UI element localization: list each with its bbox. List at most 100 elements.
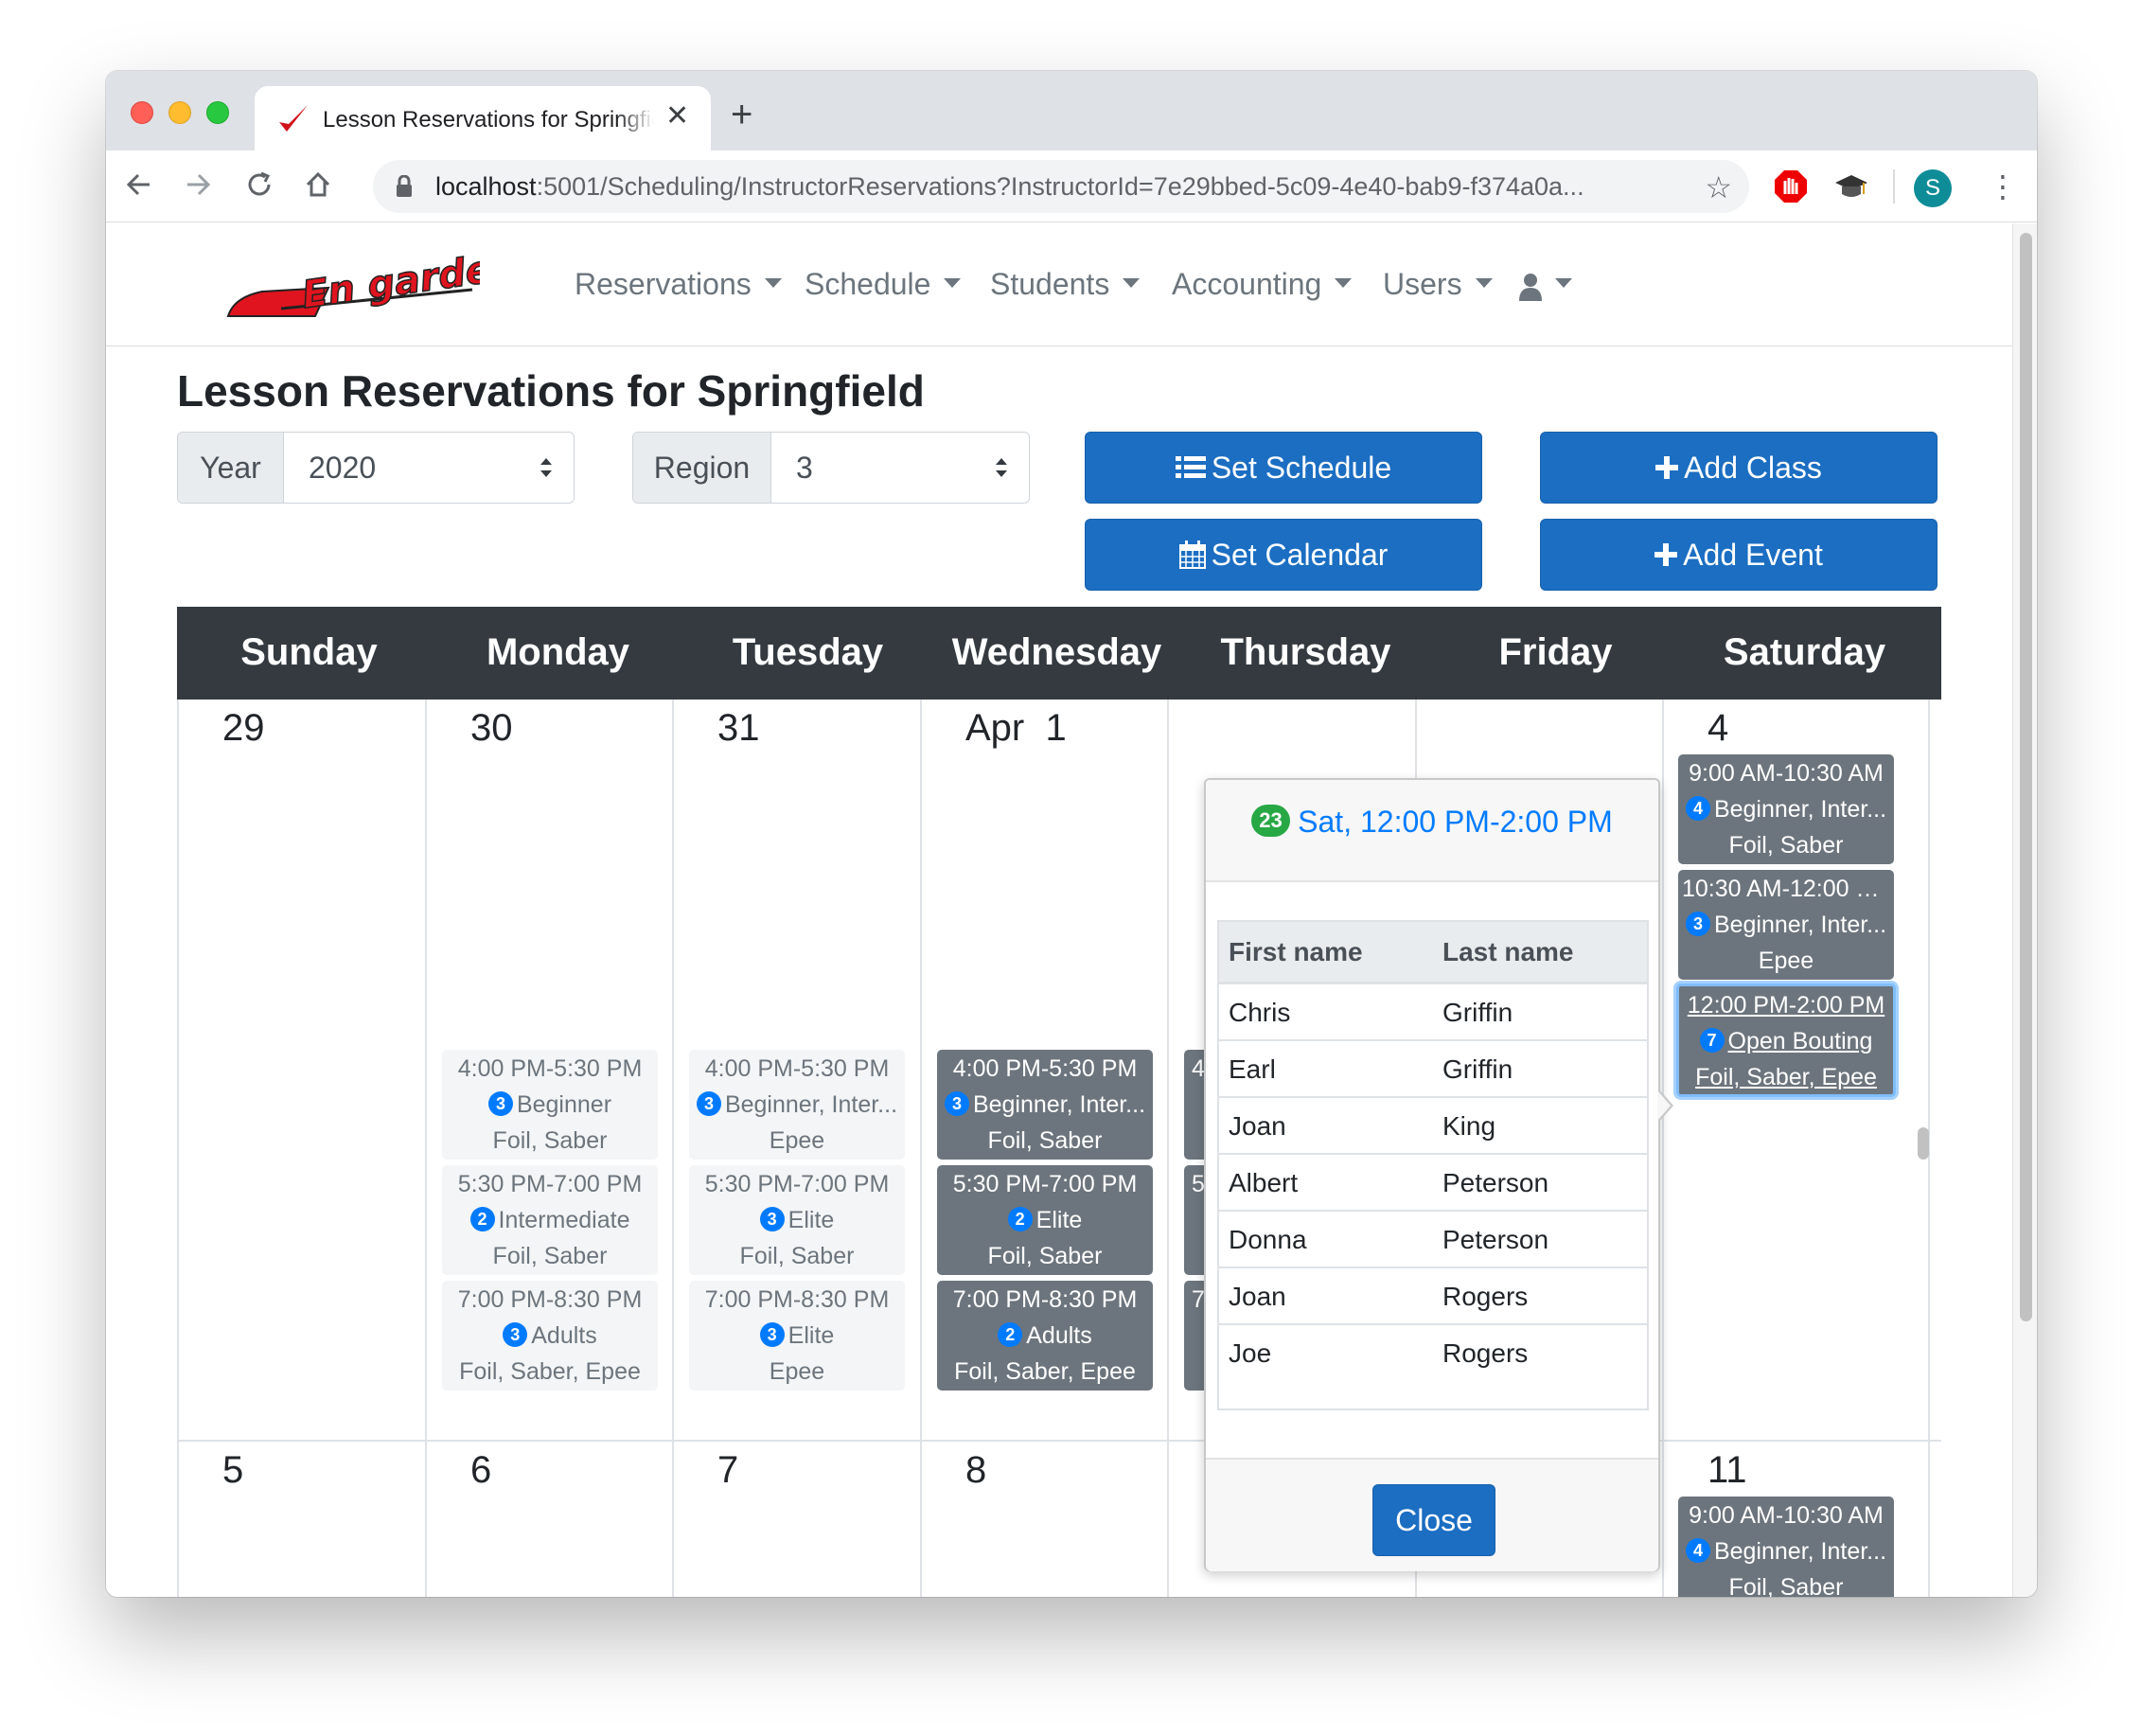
browser-menu-icon[interactable]: ⋮: [1988, 168, 2018, 205]
browser-tab[interactable]: Lesson Reservations for Springfield ✕: [255, 86, 711, 151]
event-tue-3[interactable]: 7:00 PM-8:30 PM 3 Elite Epee: [689, 1281, 905, 1391]
event-mon-2[interactable]: 5:30 PM-7:00 PM 2 Intermediate Foil, Sabe…: [442, 1165, 658, 1275]
bookmark-star-icon[interactable]: ☆: [1705, 169, 1732, 205]
page-title: Lesson Reservations for Springfield: [177, 366, 925, 416]
calendar-grid: 29 30 31 Apr 1 4 5 6 7 8 11 4:00 PM-5:30…: [177, 700, 1941, 1597]
page-scrollbar[interactable]: [2012, 223, 2037, 1597]
nav-reservations[interactable]: Reservations: [575, 267, 782, 302]
event-mon-1[interactable]: 4:00 PM-5:30 PM 3 Beginner Foil, Saber: [442, 1050, 658, 1160]
tab-title: Lesson Reservations for Springfield: [323, 107, 654, 133]
region-select[interactable]: 3: [796, 433, 813, 503]
dayname-saturday: Saturday: [1723, 631, 1886, 673]
top-navbar: En garde! Reservations Schedule Students…: [106, 223, 2012, 346]
date-11: 11: [1707, 1449, 1747, 1491]
nav-user-menu[interactable]: [1519, 267, 1572, 302]
page-content: En garde! Reservations Schedule Students…: [106, 223, 2012, 1597]
table-row: Joan King: [1219, 1098, 1647, 1155]
event-wed-3[interactable]: 7:00 PM-8:30 PM 2 Adults Foil, Saber, Epe…: [937, 1281, 1153, 1391]
list-icon: [1175, 455, 1206, 478]
add-event-button[interactable]: Add Event: [1540, 519, 1938, 591]
date-4: 4: [1707, 707, 1729, 749]
popover-body: First name Last name Chris Griffin Earl …: [1206, 882, 1658, 1458]
event-sat-1[interactable]: 9:00 AM-10:30 AM 4 Beginner, Inter... Foi…: [1678, 754, 1894, 864]
table-row: Joan Rogers: [1219, 1268, 1647, 1325]
calendar-icon: [1178, 540, 1206, 569]
event-sat-3-selected[interactable]: 12:00 PM-2:00 PM 7 Open Bouting Foil, Sab…: [1676, 983, 1896, 1097]
graduation-cap-extension-icon[interactable]: [1834, 171, 1868, 202]
inner-scroll-indicator[interactable]: [1918, 1127, 1929, 1160]
close-button[interactable]: Close: [1372, 1484, 1495, 1556]
event-wed-1[interactable]: 4:00 PM-5:30 PM 3 Beginner, Inter... Foil…: [937, 1050, 1153, 1160]
year-label: Year: [178, 433, 284, 503]
dayname-tuesday: Tuesday: [732, 631, 884, 673]
maximize-window-button[interactable]: [206, 101, 229, 124]
scrollbar-thumb[interactable]: [2020, 233, 2032, 1321]
new-tab-icon[interactable]: +: [731, 96, 752, 133]
event-mon-3[interactable]: 7:00 PM-8:30 PM 3 Adults Foil, Saber, Epe…: [442, 1281, 658, 1391]
set-schedule-button[interactable]: Set Schedule: [1085, 432, 1482, 504]
adblock-extension-icon[interactable]: [1774, 169, 1808, 204]
attendees-table: First name Last name Chris Griffin Earl …: [1217, 920, 1649, 1410]
event-wed-2[interactable]: 5:30 PM-7:00 PM 2 Elite Foil, Saber: [937, 1165, 1153, 1275]
add-class-button[interactable]: Add Class: [1540, 432, 1938, 504]
profile-avatar[interactable]: S: [1914, 169, 1952, 207]
nav-students[interactable]: Students: [990, 267, 1141, 302]
date-29: 29: [222, 707, 265, 749]
column-last-name: Last name: [1442, 937, 1574, 966]
popover-header: 23 Sat, 12:00 PM-2:00 PM: [1206, 780, 1658, 882]
user-icon: [1519, 273, 1542, 301]
address-bar[interactable]: localhost:5001/Scheduling/InstructorRese…: [373, 160, 1749, 213]
table-row: Earl Griffin: [1219, 1041, 1647, 1098]
dayname-thursday: Thursday: [1220, 631, 1391, 673]
table-row: Chris Griffin: [1219, 984, 1647, 1041]
close-window-button[interactable]: [131, 101, 153, 124]
date-30: 30: [470, 707, 513, 749]
select-arrows-icon: [540, 458, 552, 477]
date-6: 6: [470, 1449, 492, 1491]
calendar-header: Sunday Monday Tuesday Wednesday Thursday…: [177, 607, 1941, 700]
event-sat2-1[interactable]: 9:00 AM-10:30 AM 4 Beginner, Inter... Foi…: [1678, 1497, 1894, 1597]
date-apr-1: Apr 1: [965, 707, 1067, 749]
event-sat-2[interactable]: 10:30 AM-12:00 PM 3 Beginner, Inter... Ep…: [1678, 870, 1894, 980]
nav-schedule[interactable]: Schedule: [805, 267, 962, 302]
set-calendar-button[interactable]: Set Calendar: [1085, 519, 1482, 591]
dayname-sunday: Sunday: [240, 631, 378, 673]
dayname-wednesday: Wednesday: [951, 631, 1162, 673]
reload-icon[interactable]: [240, 166, 278, 204]
attendee-count-badge: 23: [1251, 804, 1290, 837]
plus-icon: [1654, 542, 1678, 566]
plus-icon: [1655, 455, 1679, 479]
date-31: 31: [717, 707, 760, 749]
toolbar-divider: [1893, 169, 1895, 204]
close-tab-icon[interactable]: ✕: [665, 101, 689, 132]
minimize-window-button[interactable]: [168, 101, 191, 124]
home-icon[interactable]: [299, 166, 337, 204]
year-select[interactable]: 2020: [309, 433, 376, 503]
select-arrows-icon: [996, 458, 1007, 477]
year-select-group[interactable]: Year 2020: [177, 432, 575, 504]
lock-icon: [397, 175, 412, 197]
back-icon[interactable]: [119, 166, 157, 204]
dayname-monday: Monday: [486, 631, 630, 673]
region-label: Region: [633, 433, 771, 503]
tab-strip: Lesson Reservations for Springfield ✕ +: [106, 71, 2037, 151]
event-tue-1[interactable]: 4:00 PM-5:30 PM 3 Beginner, Inter... Epee: [689, 1050, 905, 1160]
region-select-group[interactable]: Region 3: [632, 432, 1030, 504]
nav-users[interactable]: Users: [1383, 267, 1493, 302]
date-8: 8: [965, 1449, 987, 1491]
table-row: Donna Peterson: [1219, 1212, 1647, 1268]
event-tue-2[interactable]: 5:30 PM-7:00 PM 3 Elite Foil, Saber: [689, 1165, 905, 1275]
dayname-friday: Friday: [1498, 631, 1613, 673]
table-header: First name Last name: [1219, 922, 1647, 984]
favicon-icon: [279, 105, 308, 132]
date-5: 5: [222, 1449, 244, 1491]
popover-footer: Close: [1206, 1458, 1658, 1571]
nav-accounting[interactable]: Accounting: [1172, 267, 1353, 302]
column-first-name: First name: [1229, 937, 1363, 966]
en-garde-logo[interactable]: En garde!: [224, 250, 480, 326]
popover-title: Sat, 12:00 PM-2:00 PM: [1298, 805, 1613, 839]
date-7: 7: [717, 1449, 739, 1491]
attendees-popover: 23 Sat, 12:00 PM-2:00 PM First name Last…: [1204, 778, 1660, 1571]
forward-icon[interactable]: [180, 166, 218, 204]
brand-text: En garde!: [299, 250, 480, 317]
